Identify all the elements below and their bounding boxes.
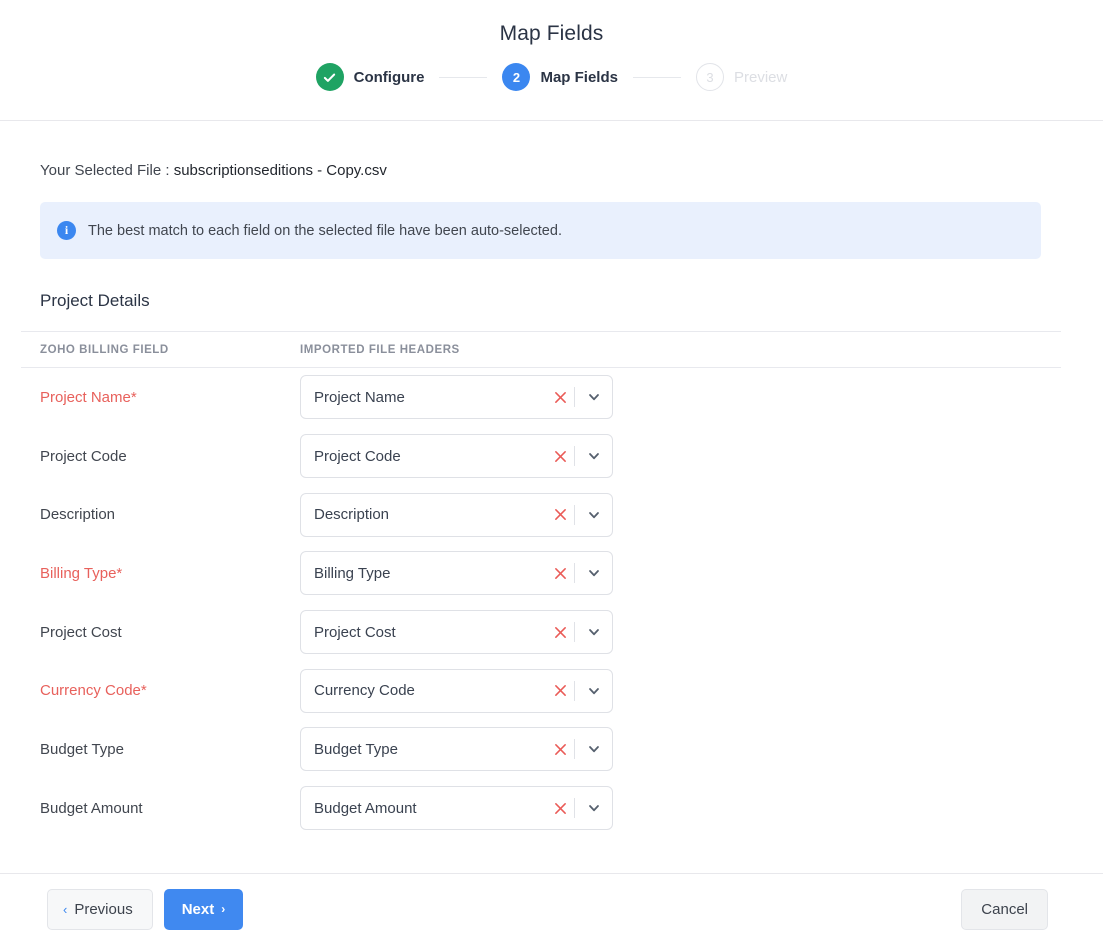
header-select[interactable]: Project Code [300,434,613,478]
map-fields-page: Map Fields Configure 2 Map Fields 3 Prev… [0,0,1103,944]
cancel-button[interactable]: Cancel [961,889,1048,930]
step-map-fields-label: Map Fields [540,69,618,86]
field-mapping-cell: Project Cost [281,610,621,654]
field-mapping-cell: Budget Amount [281,786,621,830]
table-row: Project Code Project Code [21,427,1061,486]
header-select-value: Project Code [314,448,546,465]
field-mapping-cell: Billing Type [281,551,621,595]
chevron-down-icon[interactable] [575,390,612,404]
step-preview-number: 3 [696,63,724,91]
clear-icon[interactable] [546,802,574,815]
field-mapping-cell: Description [281,493,621,537]
chevron-down-icon[interactable] [575,742,612,756]
field-label: Billing Type* [21,565,281,582]
clear-icon[interactable] [546,626,574,639]
info-banner-text: The best match to each field on the sele… [88,223,562,239]
clear-icon[interactable] [546,684,574,697]
table-row: Budget Amount Budget Amount [21,779,1061,838]
page-title: Map Fields [0,0,1103,46]
chevron-down-icon[interactable] [575,801,612,815]
field-label: Description [21,506,281,523]
header-select-value: Budget Amount [314,800,546,817]
step-map-fields-number: 2 [502,63,530,91]
step-configure-label: Configure [354,69,425,86]
field-mapping-cell: Budget Type [281,727,621,771]
step-preview-label: Preview [734,69,787,86]
header-select-value: Description [314,506,546,523]
field-mapping-cell: Project Code [281,434,621,478]
header-select[interactable]: Project Name [300,375,613,419]
chevron-right-icon: › [221,902,225,916]
wizard-header: Map Fields Configure 2 Map Fields 3 Prev… [0,0,1103,121]
selected-file-prefix: Your Selected File : [40,162,174,179]
table-row: Budget Type Budget Type [21,720,1061,779]
header-select-value: Billing Type [314,565,546,582]
field-label: Budget Type [21,741,281,758]
chevron-down-icon[interactable] [575,449,612,463]
column-header-zoho-billing-field: ZOHO BILLING FIELD [21,344,281,356]
selected-file-name: subscriptionseditions - Copy.csv [174,162,387,179]
step-connector-1 [439,77,487,78]
table-row: Billing Type* Billing Type [21,544,1061,603]
info-banner: i The best match to each field on the se… [40,202,1041,259]
header-select[interactable]: Currency Code [300,669,613,713]
chevron-down-icon[interactable] [575,508,612,522]
table-row: Currency Code* Currency Code [21,661,1061,720]
field-label: Project Code [21,448,281,465]
info-icon: i [57,221,76,240]
clear-icon[interactable] [546,743,574,756]
column-header-imported-file-headers: IMPORTED FILE HEADERS [281,344,621,356]
clear-icon[interactable] [546,508,574,521]
step-preview[interactable]: 3 Preview [696,63,787,91]
table-rows: Project Name*Project NameProject CodePro… [21,368,1061,838]
chevron-down-icon[interactable] [575,566,612,580]
table-row: Project Cost Project Cost [21,603,1061,662]
footer-left-actions: ‹ Previous Next › [47,889,243,930]
header-select-value: Project Name [314,389,546,406]
header-select[interactable]: Budget Amount [300,786,613,830]
step-configure-check-icon [316,63,344,91]
table-header-row: ZOHO BILLING FIELD IMPORTED FILE HEADERS [21,331,1061,368]
wizard-stepper: Configure 2 Map Fields 3 Preview [0,63,1103,91]
footer-right-actions: Cancel [961,889,1048,930]
next-button-label: Next [182,901,215,918]
previous-button[interactable]: ‹ Previous [47,889,153,930]
chevron-down-icon[interactable] [575,684,612,698]
header-select-value: Project Cost [314,624,546,641]
section-title: Project Details [40,291,1103,311]
header-select[interactable]: Budget Type [300,727,613,771]
table-row: Description Description [21,485,1061,544]
content-area: Your Selected File : subscriptionseditio… [0,121,1103,873]
field-label: Project Cost [21,624,281,641]
step-connector-2 [633,77,681,78]
clear-icon[interactable] [546,391,574,404]
field-label: Project Name* [21,389,281,406]
field-mapping-cell: Project Name [281,375,621,419]
previous-button-label: Previous [74,901,132,918]
step-map-fields[interactable]: 2 Map Fields [502,63,618,91]
header-select[interactable]: Description [300,493,613,537]
selected-file-line: Your Selected File : subscriptionseditio… [40,162,1103,179]
header-select-value: Budget Type [314,741,546,758]
header-select-value: Currency Code [314,682,546,699]
clear-icon[interactable] [546,567,574,580]
field-label: Budget Amount [21,800,281,817]
chevron-left-icon: ‹ [63,902,67,917]
field-mapping-cell: Currency Code [281,669,621,713]
chevron-down-icon[interactable] [575,625,612,639]
header-select[interactable]: Project Cost [300,610,613,654]
table-row: Project Name* Project Name [21,368,1061,427]
clear-icon[interactable] [546,450,574,463]
step-configure[interactable]: Configure [316,63,425,91]
wizard-footer: ‹ Previous Next › Cancel [0,873,1103,944]
next-button[interactable]: Next › [164,889,244,930]
header-select[interactable]: Billing Type [300,551,613,595]
field-mapping-table: ZOHO BILLING FIELD IMPORTED FILE HEADERS… [21,331,1061,838]
field-label: Currency Code* [21,682,281,699]
